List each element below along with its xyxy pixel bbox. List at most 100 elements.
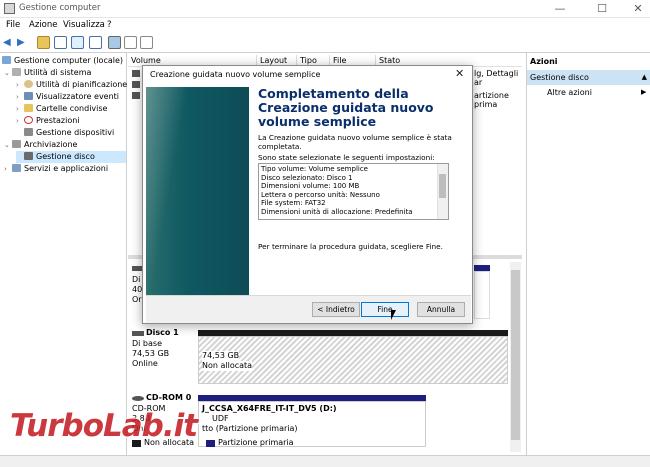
- back-arrow-icon[interactable]: ◀: [3, 36, 16, 49]
- volume-status-fragment: artizione prima: [474, 91, 509, 109]
- tree-task-scheduler[interactable]: › Utilità di pianificazione: [16, 79, 127, 91]
- partition-area[interactable]: [474, 271, 490, 319]
- clock-icon: [24, 80, 33, 88]
- actions-pane: Azioni Gestione disco ▲ Altre azioni ▶: [526, 53, 650, 455]
- volume-drive-icon: [132, 70, 140, 77]
- window-title: Gestione computer: [19, 3, 101, 13]
- disk-1-status: Online: [132, 359, 158, 368]
- tree-storage[interactable]: ⌄ Archiviazione: [4, 139, 77, 151]
- disk-icon: [132, 331, 144, 336]
- wizard-finish-hint: Per terminare la procedura guidata, sceg…: [258, 242, 443, 251]
- help-icon[interactable]: [71, 36, 84, 49]
- turbolab-watermark: TurboLab.it: [10, 408, 198, 444]
- tree-services-apps[interactable]: › Servizi e applicazioni: [4, 163, 108, 175]
- wizard-heading: Completamento della Creazione guidata nu…: [258, 86, 434, 129]
- dialog-close-button[interactable]: ✕: [455, 67, 464, 80]
- setting-line: Dimensioni volume: 100 MB: [261, 182, 360, 190]
- tree-root[interactable]: Gestione computer (locale): [2, 55, 123, 67]
- settings-scrollbar-thumb[interactable]: [439, 174, 446, 198]
- computer-management-icon: [4, 3, 15, 14]
- tools-icon: [12, 68, 21, 76]
- console-tree: Gestione computer (locale) ⌄ Utilità di s…: [0, 53, 127, 455]
- status-bar: [0, 455, 650, 467]
- legend-primary: Partizione primaria: [218, 438, 294, 447]
- cdrom-state: tto (Partizione primaria): [202, 424, 298, 433]
- title-bar: Gestione computer — ☐ ✕: [0, 0, 650, 18]
- disk-icon: [24, 152, 33, 160]
- cdrom-volume-label: J_CCSA_X64FRE_IT-IT_DV5 (D:): [202, 404, 337, 413]
- unallocated-label: Non allocata: [202, 361, 253, 371]
- cancel-button[interactable]: Annulla: [417, 302, 465, 317]
- toolbar: ◀ ▶: [0, 33, 650, 53]
- check-icon[interactable]: [124, 36, 137, 49]
- connect-icon[interactable]: [108, 36, 121, 49]
- setting-line: Dimensioni unità di allocazione: Predefi…: [261, 207, 413, 216]
- tree-performance[interactable]: › Prestazioni: [16, 115, 80, 127]
- menu-file[interactable]: File: [6, 20, 20, 30]
- scrollbar-thumb[interactable]: [511, 270, 520, 440]
- volume-drive-icon: [132, 81, 140, 88]
- device-manager-icon: [24, 128, 33, 136]
- tree-disk-management[interactable]: Gestione disco: [16, 151, 126, 163]
- new-volume-wizard-dialog: Creazione guidata nuovo volume semplice …: [142, 65, 473, 324]
- finish-button[interactable]: Fine: [361, 302, 409, 317]
- disk-0-status: Or: [132, 295, 142, 304]
- unallocated-size: 74,53 GB: [202, 351, 240, 361]
- dialog-title: Creazione guidata nuovo volume semplice: [150, 70, 321, 79]
- actions-header: Azioni: [530, 57, 558, 66]
- computer-icon: [2, 56, 11, 64]
- setting-line: Disco selezionato: Disco 1: [261, 173, 353, 182]
- chevron-right-icon: ▶: [641, 88, 647, 96]
- volume-drive-icon: [132, 92, 140, 99]
- wizard-intro: La Creazione guidata nuovo volume sempli…: [258, 133, 452, 151]
- disk-1-name[interactable]: Disco 1: [146, 328, 179, 338]
- cdrom-name[interactable]: CD-ROM 0: [146, 393, 191, 403]
- shared-folder-icon: [24, 104, 33, 112]
- back-button[interactable]: < Indietro: [312, 302, 360, 317]
- forward-arrow-icon[interactable]: ▶: [17, 36, 30, 49]
- disk-scrollbar[interactable]: [510, 262, 521, 452]
- maximize-button[interactable]: ☐: [584, 0, 620, 18]
- tree-shared-folders[interactable]: › Cartelle condivise: [16, 103, 107, 115]
- setting-line: Lettera o percorso unità: Nessuno: [261, 190, 380, 199]
- wizard-selected-label: Sono state selezionate le seguenti impos…: [258, 153, 435, 162]
- wizard-side-banner: [146, 87, 249, 295]
- console-tree-icon[interactable]: [54, 36, 67, 49]
- tree-system-tools[interactable]: ⌄ Utilità di sistema: [4, 67, 91, 79]
- setting-line: Tipo volume: Volume semplice: [261, 165, 368, 173]
- view-icon[interactable]: [140, 36, 153, 49]
- actions-section-disk-management[interactable]: Gestione disco ▲: [527, 70, 650, 85]
- volume-status-fragment: lg, Dettagli ar: [474, 69, 519, 87]
- actions-section-label: Gestione disco: [530, 73, 589, 82]
- settings-lines: Tipo volume: Volume semplice Disco selez…: [261, 165, 435, 216]
- more-actions[interactable]: Altre azioni: [547, 88, 592, 97]
- cdrom-fs: UDF: [212, 414, 229, 423]
- collapse-icon[interactable]: ▲: [642, 70, 647, 85]
- folder-up-icon[interactable]: [37, 36, 50, 49]
- performance-icon: [24, 116, 33, 124]
- more-actions-label: Altre azioni: [547, 88, 592, 97]
- menu-help[interactable]: ?: [107, 20, 112, 30]
- disk-1-type: Di base: [132, 339, 162, 348]
- tree-device-manager[interactable]: Gestione dispositivi: [24, 127, 114, 139]
- services-icon: [12, 164, 21, 172]
- disk-1-row: Disco 1 Di base 74,53 GB Online 74,53 GB…: [128, 328, 522, 390]
- event-viewer-icon: [24, 92, 33, 100]
- minimize-button[interactable]: —: [542, 0, 578, 18]
- disk-0-size: 40: [132, 285, 143, 294]
- settings-summary-box[interactable]: Tipo volume: Volume semplice Disco selez…: [258, 163, 449, 220]
- menu-visualizza[interactable]: Visualizza: [63, 20, 105, 30]
- properties-icon[interactable]: [89, 36, 102, 49]
- menu-azione[interactable]: Azione: [29, 20, 57, 30]
- legend-primary-swatch: [206, 440, 215, 447]
- mouse-cursor-icon: [391, 310, 401, 320]
- banner-gradient: [146, 87, 249, 295]
- tree-event-viewer[interactable]: › Visualizzatore eventi: [16, 91, 119, 103]
- cdrom-icon: [132, 396, 144, 401]
- disk-0-label: Di: [132, 275, 141, 284]
- disk-1-size: 74,53 GB: [132, 349, 170, 358]
- unallocated-partition[interactable]: 74,53 GB Non allocata: [198, 336, 508, 384]
- storage-icon: [12, 140, 21, 148]
- menu-bar: File Azione Visualizza ?: [0, 18, 650, 33]
- close-button[interactable]: ✕: [620, 0, 650, 18]
